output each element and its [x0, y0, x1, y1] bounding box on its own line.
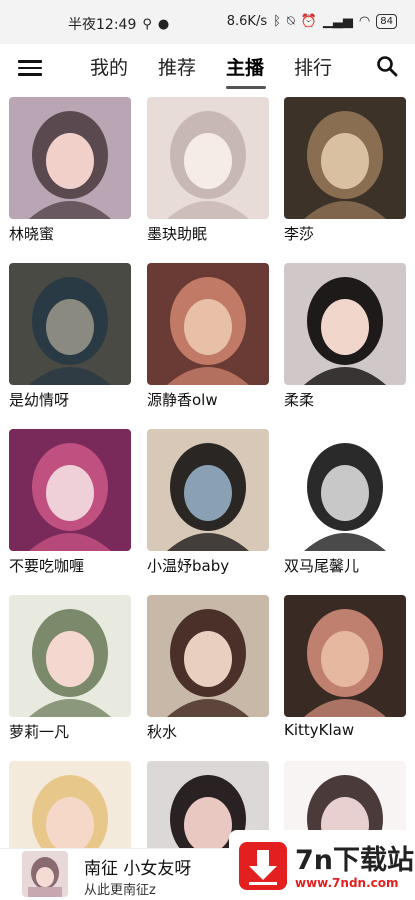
anchor-avatar-image — [9, 595, 131, 717]
anchor-avatar-image — [147, 97, 269, 219]
anchor-card[interactable]: KittyKlaw — [284, 595, 406, 739]
anchor-name: 小温妤baby — [147, 557, 230, 575]
anchor-avatar-image — [284, 263, 406, 385]
status-bar: 半夜12:49 ⚲ ● 8.6K/s ᛒ ⍉ ⏰ ▁▃▅ ◠ 84 — [0, 0, 415, 44]
anchor-card[interactable]: 林晓蜜 — [9, 97, 131, 244]
anchor-card[interactable]: 李莎 — [284, 97, 406, 244]
anchor-card[interactable]: 萝莉一凡 — [9, 595, 131, 742]
anchor-name: 萝莉一凡 — [9, 723, 70, 741]
tab-ranking[interactable]: 排行 — [294, 53, 332, 80]
tab-recommend[interactable]: 推荐 — [158, 53, 196, 80]
watermark-logo: 7n下载站 www.7ndn.com — [229, 830, 415, 900]
player-cover — [22, 851, 68, 897]
alarm-icon: ⏰ — [300, 14, 317, 29]
anchor-card[interactable]: 不要吃咖喱 — [9, 429, 131, 576]
bluetooth-icon: ᛒ — [273, 14, 281, 29]
anchor-avatar-image — [147, 263, 269, 385]
wifi-icon: ◠ — [358, 14, 371, 29]
anchor-name: 双马尾馨儿 — [284, 557, 360, 575]
anchor-avatar-image — [147, 429, 269, 551]
mute-icon: ⍉ — [286, 14, 295, 29]
anchor-name: 柔柔 — [284, 391, 315, 409]
anchor-card[interactable]: 墨玦助眠 — [147, 97, 269, 244]
anchor-avatar-image — [284, 595, 406, 717]
hamburger-menu-icon[interactable] — [18, 56, 42, 80]
anchor-avatar-image — [9, 429, 131, 551]
network-speed: 8.6K/s — [226, 14, 268, 29]
anchor-avatar-image — [284, 97, 406, 219]
top-tab-bar: 我的 推荐 主播 排行 — [0, 44, 415, 94]
watermark-title: 7n下载站 — [295, 845, 415, 876]
anchor-name: 不要吃咖喱 — [9, 557, 85, 575]
status-time: 半夜12:49 — [68, 17, 137, 33]
tab-mine[interactable]: 我的 — [90, 53, 128, 80]
anchor-name: 林晓蜜 — [9, 225, 55, 243]
bike-icon: ⚲ — [142, 16, 152, 32]
anchor-avatar-image — [284, 429, 406, 551]
anchor-name: KittyKlaw — [284, 721, 355, 739]
watermark-url: www.7ndn.com — [295, 876, 399, 890]
anchor-card[interactable]: 是幼情呀 — [9, 263, 131, 410]
anchor-name: 是幼情呀 — [9, 391, 70, 409]
battery-indicator: 84 — [376, 14, 397, 29]
anchor-card[interactable]: 秋水 — [147, 595, 269, 742]
qq-icon: ● — [157, 16, 170, 32]
anchor-card[interactable]: 小温妤baby — [147, 429, 269, 576]
tab-anchor[interactable]: 主播 — [226, 53, 264, 80]
download-arrow-icon — [239, 842, 287, 890]
anchor-card[interactable]: 柔柔 — [284, 263, 406, 410]
player-title: 南征 小女友呀 — [84, 859, 192, 879]
anchor-avatar-image — [9, 263, 131, 385]
status-right: 8.6K/s ᛒ ⍉ ⏰ ▁▃▅ ◠ 84 — [227, 14, 397, 29]
active-tab-indicator — [226, 86, 266, 89]
anchor-avatar-image — [147, 595, 269, 717]
anchor-name: 李莎 — [284, 225, 315, 243]
anchor-name: 墨玦助眠 — [147, 225, 208, 243]
anchor-name: 秋水 — [147, 723, 178, 741]
anchor-card[interactable]: 双马尾馨儿 — [284, 429, 406, 576]
anchor-name: 源静香olw — [147, 391, 218, 409]
player-subtitle: 从此更南征z — [84, 883, 156, 898]
status-left: 半夜12:49 ⚲ ● — [68, 14, 169, 34]
anchor-avatar-image — [9, 97, 131, 219]
signal-icon: ▁▃▅ — [322, 14, 353, 29]
anchor-card[interactable]: 源静香olw — [147, 263, 269, 410]
search-icon[interactable] — [375, 54, 399, 78]
